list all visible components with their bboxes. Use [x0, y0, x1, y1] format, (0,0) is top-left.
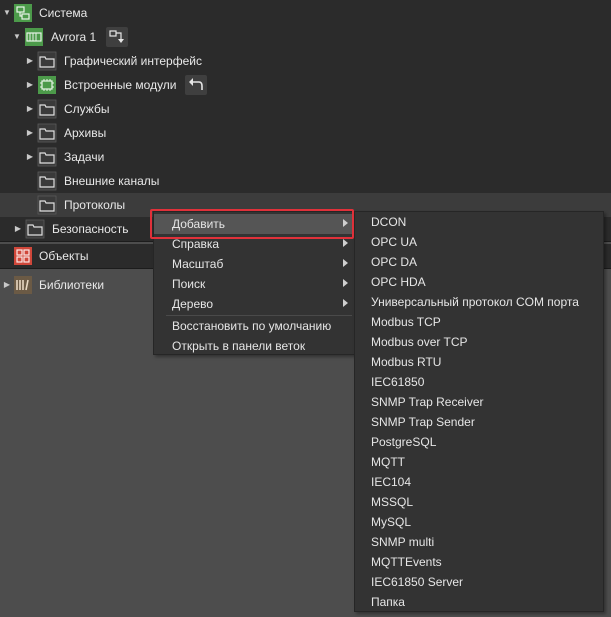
submenu-item[interactable]: SNMP Trap Receiver	[355, 392, 603, 412]
tree-row-system[interactable]: ▼ Система	[0, 1, 611, 25]
submenu-arrow-icon	[343, 259, 348, 267]
tree-label: Службы	[64, 102, 110, 116]
tree-label: Задачи	[64, 150, 105, 164]
submenu-arrow-icon	[343, 279, 348, 287]
menu-item-restore-defaults[interactable]: Восстановить по умолчанию	[154, 316, 354, 336]
collapse-arrow-icon[interactable]: ▶	[25, 80, 35, 90]
tree-label-system: Система	[39, 6, 88, 20]
submenu-item[interactable]: OPC HDA	[355, 272, 603, 292]
tree-row-gui[interactable]: ▶ Графический интерфейс	[0, 49, 611, 73]
move-down-button[interactable]	[106, 27, 128, 47]
submenu-item[interactable]: MSSQL	[355, 492, 603, 512]
libraries-label: Библиотеки	[39, 278, 105, 292]
submenu-item[interactable]: Универсальный протокол COM порта	[355, 292, 603, 312]
submenu-item[interactable]: IEC104	[355, 472, 603, 492]
undo-button[interactable]	[185, 75, 207, 95]
undo-icon	[189, 78, 203, 90]
expand-arrow-icon[interactable]: ▼	[2, 8, 12, 18]
folder-icon	[37, 171, 57, 191]
submenu-item[interactable]: MQTTEvents	[355, 552, 603, 572]
expand-arrow-icon[interactable]: ▼	[12, 32, 22, 42]
submenu-item[interactable]: OPC UA	[355, 232, 603, 252]
submenu-item[interactable]: Modbus RTU	[355, 352, 603, 372]
submenu-arrow-icon	[343, 239, 348, 247]
tree-label: Встроенные модули	[64, 78, 177, 92]
tree-label: Протоколы	[64, 198, 126, 212]
tree-row-tasks[interactable]: ▶ Задачи	[0, 145, 611, 169]
collapse-arrow-icon[interactable]: ▶	[25, 56, 35, 66]
context-menu: Добавить Справка Масштаб Поиск Дерево Во…	[153, 211, 355, 355]
submenu-item[interactable]: DCON	[355, 212, 603, 232]
submenu-item[interactable]: OPC DA	[355, 252, 603, 272]
submenu-item[interactable]: SNMP Trap Sender	[355, 412, 603, 432]
tree-row-modules[interactable]: ▶ Встроенные модули	[0, 73, 611, 97]
tree-label: Архивы	[64, 126, 107, 140]
collapse-arrow-icon[interactable]: ▶	[25, 152, 35, 162]
submenu-arrow-icon	[343, 219, 348, 227]
menu-item-add[interactable]: Добавить	[154, 214, 354, 234]
tree-label: Графический интерфейс	[64, 54, 202, 68]
objects-label: Объекты	[39, 249, 89, 263]
menu-item-open-in-branch-panel[interactable]: Открыть в панели веток	[154, 336, 354, 356]
collapse-arrow-icon[interactable]: ▶	[13, 224, 23, 234]
folder-icon	[37, 195, 57, 215]
submenu-item[interactable]: MQTT	[355, 452, 603, 472]
collapse-arrow-icon[interactable]: ▶	[2, 280, 12, 290]
add-submenu: DCON OPC UA OPC DA OPC HDA Универсальный…	[354, 211, 604, 612]
submenu-item[interactable]: IEC61850 Server	[355, 572, 603, 592]
submenu-item[interactable]: Modbus over TCP	[355, 332, 603, 352]
submenu-item[interactable]: Папка	[355, 592, 603, 612]
system-icon	[14, 4, 32, 22]
submenu-item[interactable]: MySQL	[355, 512, 603, 532]
library-icon	[14, 276, 32, 294]
folder-icon	[37, 51, 57, 71]
submenu-item[interactable]: SNMP multi	[355, 532, 603, 552]
move-down-icon	[109, 30, 124, 43]
menu-item-tree[interactable]: Дерево	[154, 294, 354, 314]
folder-icon	[37, 123, 57, 143]
tree-label: Внешние каналы	[64, 174, 160, 188]
tree-row-services[interactable]: ▶ Службы	[0, 97, 611, 121]
collapse-arrow-icon[interactable]: ▶	[25, 128, 35, 138]
menu-item-search[interactable]: Поиск	[154, 274, 354, 294]
menu-item-zoom[interactable]: Масштаб	[154, 254, 354, 274]
submenu-arrow-icon	[343, 299, 348, 307]
tree-label-avrora: Avrora 1	[51, 30, 97, 44]
folder-icon	[25, 219, 45, 239]
folder-icon	[37, 147, 57, 167]
tree-label-security: Безопасность	[52, 222, 129, 236]
modules-icon	[38, 76, 56, 94]
submenu-item[interactable]: IEC61850	[355, 372, 603, 392]
menu-item-help[interactable]: Справка	[154, 234, 354, 254]
submenu-item[interactable]: Modbus TCP	[355, 312, 603, 332]
tree-row-external-channels[interactable]: Внешние каналы	[0, 169, 611, 193]
submenu-item[interactable]: PostgreSQL	[355, 432, 603, 452]
server-icon	[25, 28, 43, 46]
folder-icon	[37, 99, 57, 119]
tree-row-archives[interactable]: ▶ Архивы	[0, 121, 611, 145]
tree-row-avrora[interactable]: ▼ Avrora 1	[0, 25, 611, 49]
collapse-arrow-icon[interactable]: ▶	[25, 104, 35, 114]
objects-icon	[14, 247, 32, 265]
